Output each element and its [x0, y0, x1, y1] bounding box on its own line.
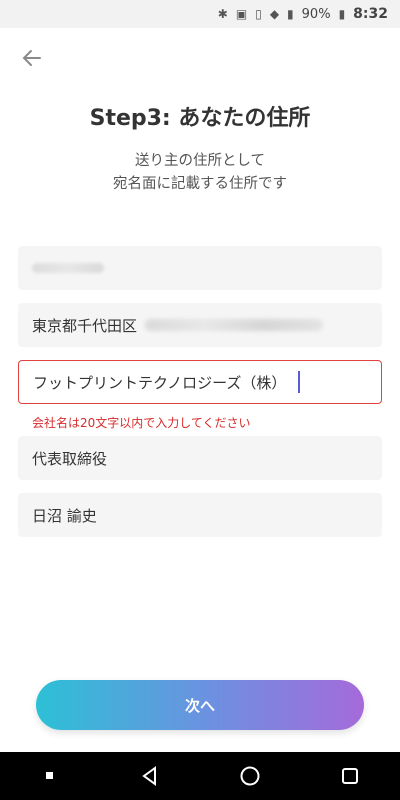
- person-name-field[interactable]: 日沼 諭史: [18, 493, 382, 537]
- back-arrow-icon: [22, 50, 41, 66]
- wifi-icon: ◆: [269, 7, 280, 21]
- system-nav-bar: [0, 752, 400, 800]
- postal-code-field[interactable]: [18, 246, 382, 290]
- nav-menu-button[interactable]: [30, 756, 70, 796]
- redacted-address: [145, 319, 324, 331]
- battery-icon: ▮: [338, 7, 346, 21]
- next-button[interactable]: 次へ: [36, 680, 364, 730]
- nav-back-button[interactable]: [130, 756, 170, 796]
- clock-time: 8:32: [353, 6, 388, 22]
- signal-icon: ▮: [287, 7, 294, 21]
- subtitle-line-1: 送り主の住所として: [134, 153, 266, 169]
- page-title: Step3: あなたの住所: [89, 106, 311, 131]
- nav-recents-button[interactable]: [330, 756, 370, 796]
- job-title-field[interactable]: 代表取締役: [18, 436, 382, 480]
- address-prefix: 東京都千代田区: [32, 316, 138, 335]
- battery-level: 90%: [301, 6, 331, 22]
- company-name-value: フットプリントテクノロジーズ（株）: [33, 373, 287, 392]
- company-name-field[interactable]: フットプリントテクノロジーズ（株）: [18, 360, 382, 404]
- company-name-error: 会社名は20文字以内で入力してください: [32, 416, 251, 430]
- nfc-icon: ▣: [235, 7, 248, 21]
- triangle-back-icon: [142, 766, 156, 786]
- bluetooth-icon: ✱: [217, 7, 228, 21]
- subtitle-line-2: 宛名面に記載する住所です: [113, 176, 287, 192]
- page-subtitle: 送り主の住所として 宛名面に記載する住所です: [0, 150, 400, 196]
- redacted-postal-code: [32, 263, 104, 273]
- square-dot-icon: [46, 772, 53, 779]
- vibrate-icon: ▯: [255, 7, 262, 21]
- address-field[interactable]: 東京都千代田区: [18, 303, 382, 347]
- job-title-value: 代表取締役: [32, 449, 108, 468]
- text-caret: [298, 371, 301, 393]
- person-name-value: 日沼 諭史: [32, 506, 97, 525]
- circle-home-icon: [240, 766, 260, 786]
- nav-home-button[interactable]: [230, 756, 270, 796]
- back-button[interactable]: [16, 44, 48, 72]
- square-recents-icon: [342, 768, 358, 784]
- status-bar: ✱ ▣ ▯ ◆ ▮ 90% ▮ 8:32: [0, 0, 400, 28]
